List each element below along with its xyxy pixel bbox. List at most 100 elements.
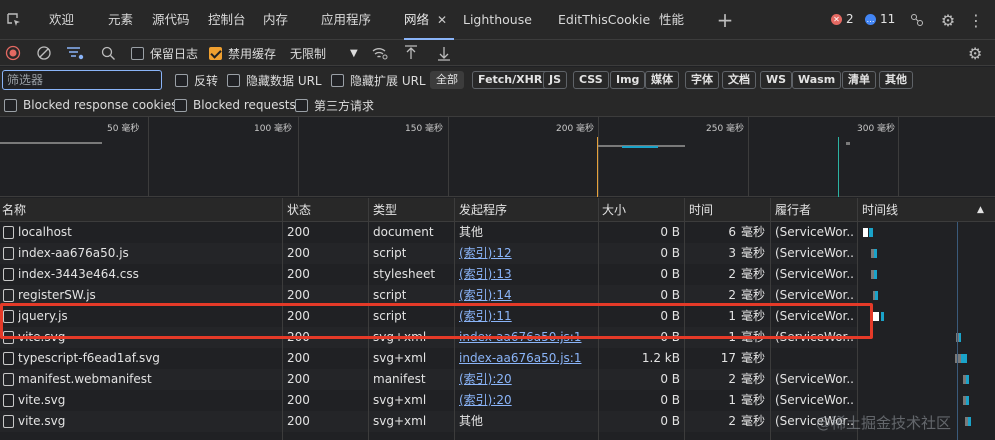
filter-type-img[interactable]: Img bbox=[610, 71, 646, 89]
export-har-icon[interactable] bbox=[437, 45, 451, 61]
column-header-time[interactable]: 时间 bbox=[689, 198, 713, 222]
tab-performance[interactable]: 性能 bbox=[659, 0, 684, 40]
blocked-cookies-checkbox[interactable]: Blocked response cookies bbox=[4, 97, 177, 113]
column-header-size[interactable]: 大小 bbox=[602, 198, 626, 222]
settings-gear-icon[interactable]: ⚙ bbox=[938, 10, 958, 30]
filter-type-manifest[interactable]: 清单 bbox=[842, 71, 876, 89]
request-fulfilled-by: (ServiceWor... bbox=[775, 372, 855, 386]
blocked-requests-checkbox[interactable]: Blocked requests bbox=[174, 97, 296, 113]
filter-type-ws[interactable]: WS bbox=[760, 71, 793, 89]
column-header-status[interactable]: 状态 bbox=[287, 198, 311, 222]
request-name[interactable]: index-aa676a50.js bbox=[18, 243, 280, 264]
request-name[interactable]: localhost bbox=[18, 222, 280, 243]
column-header-type[interactable]: 类型 bbox=[373, 198, 397, 222]
request-initiator[interactable]: (索引):20 bbox=[459, 390, 597, 411]
waterfall-bar bbox=[874, 249, 877, 258]
request-status: 200 bbox=[287, 267, 310, 281]
request-initiator: 其他 bbox=[459, 225, 484, 239]
table-row[interactable]: typescript-f6ead1af.svg 200 svg+xml index-a… bbox=[0, 348, 857, 369]
disable-cache-checkbox[interactable]: 禁用缓存 bbox=[209, 45, 276, 61]
filter-type-wasm[interactable]: Wasm bbox=[792, 71, 842, 89]
request-time-unit: 毫秒 bbox=[741, 414, 766, 428]
filter-type-font[interactable]: 字体 bbox=[685, 71, 719, 89]
network-overview[interactable]: 50 毫秒 100 毫秒 150 毫秒 200 毫秒 250 毫秒 300 毫秒 bbox=[0, 117, 995, 197]
tab-elements[interactable]: 元素 bbox=[108, 0, 133, 40]
waterfall-bar bbox=[881, 312, 884, 321]
table-row[interactable]: vite.svg 200 svg+xml 其他 0 B 2 毫秒 (ServiceWor... bbox=[0, 411, 857, 432]
add-tab-icon[interactable]: + bbox=[715, 8, 735, 32]
tab-application[interactable]: 应用程序 bbox=[321, 0, 371, 40]
filter-type-media[interactable]: 媒体 bbox=[645, 71, 679, 89]
import-har-icon[interactable] bbox=[404, 45, 418, 61]
tab-memory[interactable]: 内存 bbox=[263, 0, 288, 40]
request-initiator[interactable]: (索引):12 bbox=[459, 243, 597, 264]
request-status: 200 bbox=[287, 225, 310, 239]
request-time-value: 6 bbox=[728, 225, 736, 239]
tab-network[interactable]: 网络 ✕ bbox=[404, 0, 454, 40]
close-tab-icon[interactable]: ✕ bbox=[437, 13, 447, 27]
column-header-name[interactable]: 名称 bbox=[2, 198, 26, 222]
request-status: 200 bbox=[287, 393, 310, 407]
table-row[interactable]: manifest.webmanifest 200 manifest (索引):20 0 … bbox=[0, 369, 857, 390]
record-button[interactable] bbox=[5, 45, 21, 61]
search-icon[interactable] bbox=[100, 45, 116, 61]
hide-extension-url-checkbox[interactable]: 隐藏扩展 URL bbox=[331, 72, 426, 88]
filter-type-css[interactable]: CSS bbox=[573, 71, 609, 89]
request-size: 0 B bbox=[660, 246, 680, 260]
table-row[interactable]: index-aa676a50.js 200 script (索引):12 0 B 3 毫秒 (… bbox=[0, 243, 857, 264]
tab-sources[interactable]: 源代码 bbox=[152, 0, 190, 40]
filter-type-all[interactable]: 全部 bbox=[430, 71, 464, 89]
request-name[interactable]: index-3443e464.css bbox=[18, 264, 280, 285]
request-initiator[interactable]: (索引):20 bbox=[459, 369, 597, 390]
more-menu-icon[interactable]: ⋮ bbox=[966, 10, 986, 30]
hide-data-url-checkbox[interactable]: 隐藏数据 URL bbox=[227, 72, 322, 88]
tab-lighthouse[interactable]: Lighthouse bbox=[463, 0, 532, 40]
overview-tick: 300 毫秒 bbox=[857, 124, 896, 134]
file-type-icon bbox=[3, 394, 14, 407]
tab-console[interactable]: 控制台 bbox=[208, 0, 246, 40]
request-size: 0 B bbox=[660, 393, 680, 407]
third-party-checkbox[interactable]: 第三方请求 bbox=[295, 97, 374, 113]
request-time-value: 17 bbox=[720, 351, 736, 365]
highlight-box bbox=[0, 303, 873, 339]
request-type: stylesheet bbox=[373, 267, 436, 281]
table-header: 名称 状态 类型 发起程序 大小 时间 履行者 时间线 ▲ bbox=[0, 198, 995, 222]
error-counter[interactable]: ✕ 2 bbox=[831, 12, 854, 26]
request-initiator[interactable]: (索引):13 bbox=[459, 264, 597, 285]
invert-checkbox[interactable]: 反转 bbox=[175, 72, 218, 88]
inspect-element-icon[interactable] bbox=[4, 10, 24, 30]
request-initiator[interactable]: index-aa676a50.js:1 bbox=[459, 348, 597, 369]
network-toolbar: 保留日志 禁用缓存 无限制 ▼ ⚙ bbox=[0, 40, 995, 66]
table-row[interactable]: index-3443e464.css 200 stylesheet (索引):13 0 … bbox=[0, 264, 857, 285]
customize-icon[interactable] bbox=[907, 10, 927, 30]
preserve-log-checkbox[interactable]: 保留日志 bbox=[131, 45, 198, 61]
request-name[interactable]: typescript-f6ead1af.svg bbox=[18, 348, 280, 369]
request-name[interactable]: vite.svg bbox=[18, 390, 280, 411]
column-header-waterfall[interactable]: 时间线 bbox=[862, 198, 898, 222]
network-conditions-icon[interactable] bbox=[371, 45, 389, 61]
table-row[interactable]: vite.svg 200 svg+xml (索引):20 0 B 1 毫秒 (ServiceW… bbox=[0, 390, 857, 411]
file-type-icon bbox=[3, 373, 14, 386]
tab-editthiscookie[interactable]: EditThisCookie bbox=[558, 0, 650, 40]
watermark: @稀土掘金技术社区 bbox=[816, 414, 952, 432]
message-counter[interactable]: … 11 bbox=[865, 12, 895, 26]
throttle-select[interactable]: 无限制 ▼ bbox=[290, 45, 358, 61]
request-status: 200 bbox=[287, 372, 310, 386]
request-time-unit: 毫秒 bbox=[741, 267, 766, 281]
column-header-fulfilled-by[interactable]: 履行者 bbox=[775, 198, 811, 222]
table-row[interactable]: localhost 200 document 其他 0 B 6 毫秒 (ServiceWor.… bbox=[0, 222, 857, 243]
column-header-initiator[interactable]: 发起程序 bbox=[459, 198, 507, 222]
filter-type-doc[interactable]: 文档 bbox=[722, 71, 756, 89]
filter-type-js[interactable]: JS bbox=[543, 71, 568, 89]
clear-icon[interactable] bbox=[36, 45, 52, 61]
network-settings-gear-icon[interactable]: ⚙ bbox=[968, 44, 982, 63]
waterfall-bar bbox=[874, 270, 877, 279]
message-icon: … bbox=[865, 13, 876, 25]
filter-type-fetch-xhr[interactable]: Fetch/XHR bbox=[472, 71, 549, 89]
tab-welcome[interactable]: 欢迎 bbox=[49, 0, 74, 40]
filter-icon[interactable] bbox=[66, 45, 84, 61]
request-name[interactable]: vite.svg bbox=[18, 411, 280, 432]
filter-input[interactable]: 筛选器 bbox=[2, 70, 162, 90]
request-name[interactable]: manifest.webmanifest bbox=[18, 369, 280, 390]
filter-type-other[interactable]: 其他 bbox=[879, 71, 913, 89]
